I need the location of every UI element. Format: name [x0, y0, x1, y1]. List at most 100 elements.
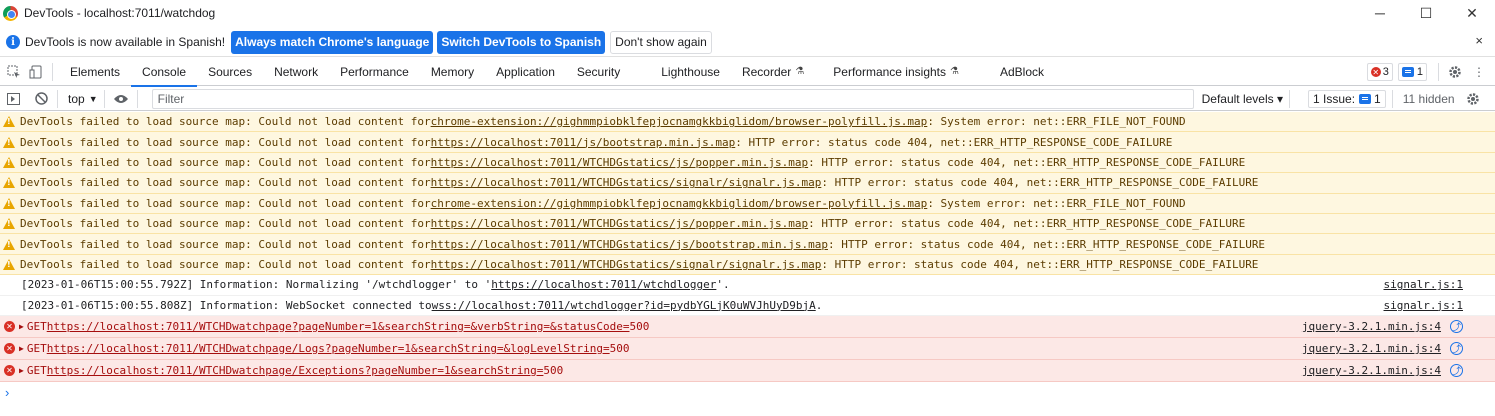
message-url-link[interactable]: https://localhost:7011/WTCHDGstatics/sig… [431, 176, 822, 189]
device-toolbar-icon[interactable] [26, 62, 46, 82]
message-suffix: . [815, 298, 823, 312]
error-message-row: ✕ ▶ GET https://localhost:7011/WTCHDwatchp… [0, 337, 1495, 360]
message-url-link[interactable]: chrome-extension://gighmmpiobklfepjocnam… [431, 197, 928, 210]
tab-sources[interactable]: Sources [197, 58, 263, 86]
show-sidebar-icon[interactable] [3, 89, 23, 109]
message-text: GET [26, 319, 47, 333]
close-infobar-icon[interactable]: × [1475, 33, 1483, 48]
issues-button[interactable]: 1 Issue: 1 [1308, 89, 1386, 108]
message-url-link[interactable]: https://localhost:7011/WTCHDwatchpage/Lo… [47, 342, 610, 355]
inspect-element-icon[interactable] [4, 62, 24, 82]
message-url-link[interactable]: chrome-extension://gighmmpiobklfepjocnam… [431, 115, 928, 128]
message-url-link[interactable]: https://localhost:7011/WTCHDGstatics/js/… [431, 217, 809, 230]
hidden-messages-count: 11 hidden [1402, 91, 1455, 106]
language-infobar: i DevTools is now available in Spanish! … [0, 28, 1495, 57]
always-match-language-button[interactable]: Always match Chrome's language [231, 30, 434, 54]
switch-to-spanish-button[interactable]: Switch DevTools to Spanish [437, 30, 606, 54]
network-request-icon[interactable]: ⤴ [1450, 363, 1463, 377]
devtools-tabbar: Elements Console Sources Network Perform… [0, 58, 1495, 87]
message-url-link[interactable]: https://localhost:7011/js/bootstrap.min.… [431, 136, 736, 149]
message-suffix: : HTTP error: status code 404, net::ERR_… [808, 217, 1246, 231]
toolbar-separator [1289, 89, 1291, 108]
network-request-icon[interactable]: ⤴ [1450, 319, 1463, 333]
message-text: [2023-01-06T15:00:55.808Z] Information: … [21, 298, 432, 312]
message-url-link[interactable]: wss://localhost:7011/wtchdlogger?id=pydb… [432, 299, 816, 312]
expand-triangle-icon[interactable]: ▶ [19, 322, 24, 331]
dont-show-again-button[interactable]: Don't show again [610, 30, 712, 54]
tab-elements[interactable]: Elements [59, 58, 131, 86]
source-location-link[interactable]: signalr.js:1 [1384, 278, 1463, 291]
issue-message-icon [1359, 93, 1372, 104]
message-text: DevTools failed to load source map: Coul… [20, 257, 431, 271]
info-icon: i [6, 35, 20, 49]
message-suffix: 500 [609, 341, 630, 355]
source-location-link[interactable]: jquery-3.2.1.min.js:4 [1302, 320, 1441, 333]
message-url-link[interactable]: https://localhost:7011/WTCHDGstatics/sig… [431, 258, 822, 271]
clear-console-icon[interactable] [31, 89, 51, 109]
message-url-link[interactable]: https://localhost:7011/WTCHDGstatics/js/… [431, 238, 828, 251]
tab-application[interactable]: Application [485, 58, 566, 86]
error-icon: ✕ [4, 342, 15, 354]
tab-adblock[interactable]: AdBlock [970, 58, 1055, 86]
issues-count: 1 [1374, 91, 1381, 106]
error-count: 3 [1382, 66, 1389, 78]
message-suffix: : HTTP error: status code 404, net::ERR_… [827, 237, 1266, 251]
message-text: DevTools failed to load source map: Coul… [20, 237, 431, 251]
tab-lighthouse[interactable]: Lighthouse [650, 58, 731, 86]
warning-message-row: DevTools failed to load source map: Coul… [0, 132, 1495, 153]
warning-icon [3, 197, 15, 209]
tab-console[interactable]: Console [131, 58, 198, 87]
message-url-link[interactable]: https://localhost:7011/wtchdlogger [491, 278, 716, 291]
close-window-button[interactable]: ✕ [1449, 0, 1495, 26]
console-toolbar: top ▼ Filter Default levels ▾ 1 Issue: 1… [0, 87, 1495, 111]
warning-icon [3, 177, 15, 189]
error-icon: ✕ [1370, 67, 1381, 77]
message-url-link[interactable]: https://localhost:7011/WTCHDGstatics/js/… [431, 156, 809, 169]
tab-recorder[interactable]: Recorder ⚗ [731, 58, 815, 86]
message-url-link[interactable]: https://localhost:7011/WTCHDwatchpage/Ex… [47, 364, 544, 377]
more-options-icon[interactable]: ⋮ [1469, 62, 1489, 82]
tab-recorder-label: Recorder [741, 64, 792, 79]
console-filter-input[interactable]: Filter [151, 88, 1194, 109]
warning-message-row: DevTools failed to load source map: Coul… [0, 234, 1495, 255]
toolbar-separator [136, 89, 138, 108]
warning-icon [3, 238, 15, 250]
tab-memory[interactable]: Memory [420, 58, 485, 86]
minimize-button[interactable]: ─ [1357, 0, 1403, 26]
context-selector[interactable]: top ▼ [68, 92, 98, 106]
maximize-button[interactable]: ☐ [1403, 0, 1449, 26]
warning-message-row: DevTools failed to load source map: Coul… [0, 112, 1495, 133]
message-text: DevTools failed to load source map: Coul… [20, 135, 431, 149]
message-count-badge[interactable]: 1 [1397, 63, 1427, 81]
error-count-badge[interactable]: ✕ 3 [1366, 63, 1393, 81]
toolbar-separator [57, 89, 58, 108]
expand-triangle-icon[interactable]: ▶ [19, 366, 24, 375]
console-prompt[interactable]: › [0, 381, 9, 403]
issues-label: 1 Issue: [1313, 91, 1356, 106]
tab-performance-insights[interactable]: Performance insights ⚗ [815, 58, 970, 86]
experimental-flask-icon: ⚗ [795, 66, 805, 77]
warning-icon [3, 218, 15, 230]
network-request-icon[interactable]: ⤴ [1450, 341, 1463, 355]
message-url-link[interactable]: https://localhost:7011/WTCHDwatchpage?pa… [47, 320, 630, 333]
message-text: DevTools failed to load source map: Coul… [20, 217, 431, 231]
source-location-link[interactable]: jquery-3.2.1.min.js:4 [1302, 364, 1441, 377]
chrome-icon [3, 5, 18, 21]
console-settings-gear-icon[interactable] [1463, 89, 1483, 109]
message-text: GET [26, 363, 47, 377]
warning-message-row: DevTools failed to load source map: Coul… [0, 152, 1495, 174]
window-titlebar: DevTools - localhost:7011/watchdog ─ ☐ ✕ [0, 0, 1495, 26]
settings-gear-icon[interactable] [1445, 62, 1465, 82]
tab-network[interactable]: Network [263, 58, 329, 86]
context-value: top [68, 91, 85, 106]
source-location-link[interactable]: signalr.js:1 [1384, 299, 1463, 312]
source-location-link[interactable]: jquery-3.2.1.min.js:4 [1302, 342, 1441, 355]
log-levels-dropdown[interactable]: Default levels ▾ [1202, 92, 1283, 106]
message-count: 1 [1416, 66, 1423, 78]
tab-performance[interactable]: Performance [329, 58, 420, 86]
message-icon [1401, 67, 1414, 77]
tab-security[interactable]: Security [566, 58, 650, 86]
message-text: DevTools failed to load source map: Coul… [20, 176, 431, 190]
expand-triangle-icon[interactable]: ▶ [19, 344, 24, 353]
live-expression-eye-icon[interactable] [111, 89, 131, 109]
